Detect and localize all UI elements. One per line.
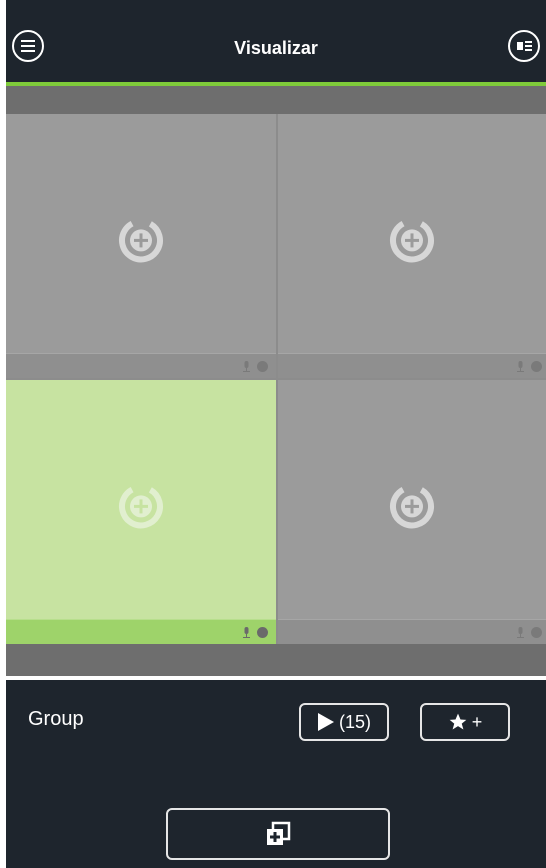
play-icon (317, 713, 334, 731)
divider (6, 676, 546, 680)
add-window-icon (267, 821, 291, 845)
top-gray-strip (6, 86, 546, 114)
status-dot-icon (531, 361, 542, 372)
status-dot-icon (257, 361, 268, 372)
add-device-icon[interactable] (384, 212, 440, 268)
video-cell-4[interactable] (278, 380, 546, 644)
mic-icon[interactable] (515, 627, 526, 638)
video-cell-2[interactable] (278, 114, 546, 378)
cell-footer (6, 619, 276, 644)
top-bar: Visualizar (6, 10, 546, 82)
video-grid (6, 114, 546, 644)
play-count: (15) (338, 711, 371, 732)
cell-footer (278, 619, 546, 644)
mic-icon[interactable] (241, 361, 252, 372)
cell-footer (278, 353, 546, 378)
video-cell-3[interactable] (6, 380, 276, 644)
add-device-icon[interactable] (113, 212, 169, 268)
mic-icon[interactable] (241, 627, 252, 638)
play-group-button[interactable]: (15) (299, 703, 389, 741)
mic-icon[interactable] (515, 361, 526, 372)
split-view-icon (517, 41, 532, 51)
bottom-gray-strip (6, 644, 546, 676)
add-favorite-button[interactable]: + (420, 703, 510, 741)
status-dot-icon (257, 627, 268, 638)
app-frame: Visualizar Group (15) + (6, 0, 546, 868)
status-dot-icon (531, 627, 542, 638)
add-device-icon[interactable] (384, 478, 440, 534)
split-view-button[interactable] (508, 30, 540, 62)
group-label: Group (28, 708, 84, 730)
favorite-plus: + (471, 711, 483, 732)
star-icon (449, 713, 467, 730)
page-title: Visualizar (234, 38, 318, 58)
add-window-button[interactable] (166, 808, 390, 860)
add-device-icon[interactable] (113, 478, 169, 534)
cell-footer (6, 353, 276, 378)
video-cell-1[interactable] (6, 114, 276, 378)
